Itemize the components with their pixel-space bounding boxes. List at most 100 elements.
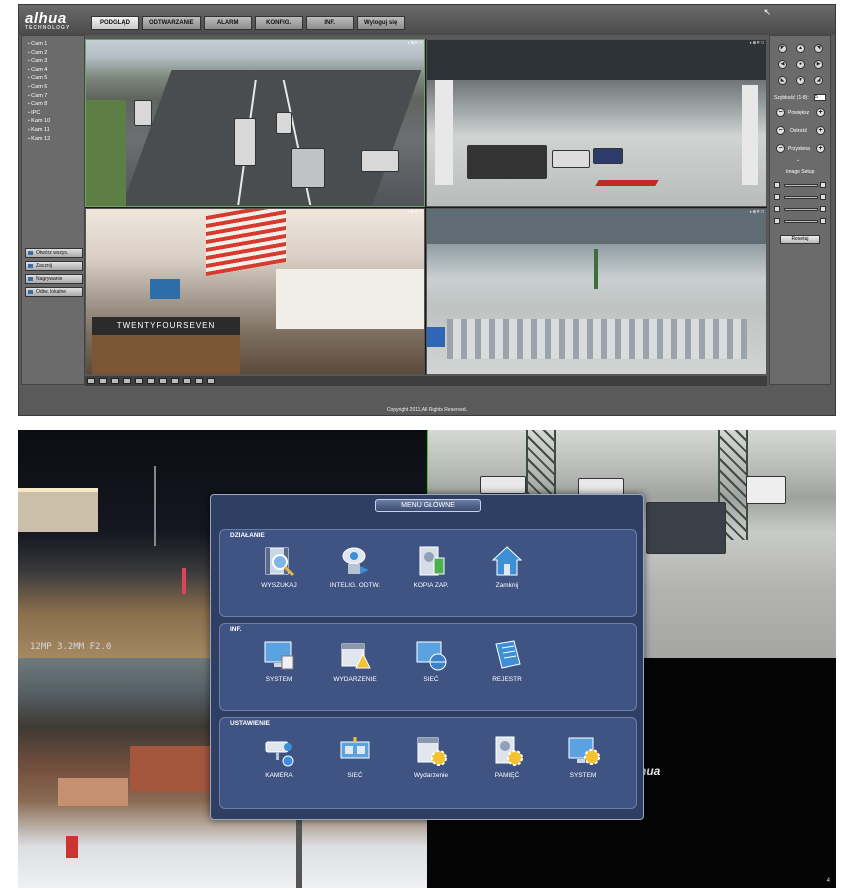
menu-item-system-settings[interactable]: SYSTEM [548,734,618,779]
next-page-button[interactable] [207,378,215,384]
menu-item-event-settings[interactable]: Wydarzenie [396,734,466,779]
menu-item-storage-settings[interactable]: PAMIĘĆ [472,734,542,779]
tab-inf[interactable]: INF. [305,16,354,30]
ptz-left-button[interactable]: ◀ [778,60,787,69]
channel-item[interactable]: Cam 2 [24,49,84,58]
menu-item-log[interactable]: REJESTR [472,638,542,683]
iris-minus-button[interactable]: − [776,144,785,153]
logout-button[interactable]: Wyloguj się [356,16,405,30]
bus-shape [134,100,152,126]
camera-view-parking[interactable]: ◐⊕✕ □ [426,39,767,207]
menu-item-event-info[interactable]: WYDARZENIE [320,638,390,683]
channel-item[interactable]: Cam 7 [24,92,84,101]
layout-9-button[interactable] [123,378,131,384]
channel-item[interactable]: Cam 6 [24,83,84,92]
ptz-center-button[interactable]: ● [796,60,805,69]
collapse-chevron-icon[interactable]: ⌄ [796,157,800,163]
menu-item-close[interactable]: Zamknij [472,544,542,589]
menu-item-label: REJESTR [492,676,522,683]
menu-item-smart-playback[interactable]: INTELIG. ODTW. [320,544,390,589]
menu-item-label: Zamknij [495,582,519,589]
menu-item-label: SIEĆ [423,676,439,683]
section-title: DZIAŁANIE [230,532,265,539]
tab-alarm[interactable]: ALARM [203,16,252,30]
channel-panel: Cam 1 Cam 2 Cam 3 Cam 4 Cam 5 Cam 6 Cam … [21,35,85,385]
person-shape [182,568,186,594]
brightness-slider[interactable] [784,184,818,187]
building-shape [58,778,128,806]
layout-4-button[interactable] [99,378,107,384]
saturation-slider[interactable] [784,208,818,211]
menu-item-label: Wydarzenie [413,772,449,779]
zoom-out-button[interactable]: − [776,108,785,117]
channel-item[interactable]: Cam 8 [24,100,84,109]
ptz-up-left-button[interactable]: ◤ [778,44,787,53]
prev-page-button[interactable] [195,378,203,384]
layout-16-button[interactable] [135,378,143,384]
ceiling-stripes [206,209,286,277]
iris-label: Przysłona [788,146,810,152]
channel-item[interactable]: Kam 10 [24,117,84,126]
menu-item-camera-settings[interactable]: KAMERA [244,734,314,779]
ptz-up-button[interactable]: ▲ [796,44,805,53]
audio-button[interactable] [171,378,179,384]
section-dzialanie: DZIAŁANIE WYSZUKAJ INTELIG. ODTW. KOPIA … [219,529,637,617]
ptz-down-right-button[interactable]: ◢ [814,76,823,85]
section-ustawienie: USTAWIENIE KAMERA SIEĆ Wydarzenie PAMIĘĆ… [219,717,637,809]
channel-item[interactable]: Cam 4 [24,66,84,75]
ptz-up-right-button[interactable]: ◥ [814,44,823,53]
tab-konfig[interactable]: KONFIG. [254,16,303,30]
menu-item-label: INTELIG. ODTW. [329,582,381,589]
layout-1-button[interactable] [87,378,95,384]
ptz-down-button[interactable]: ▼ [796,76,805,85]
talk-button[interactable] [183,378,191,384]
local-playback-button[interactable]: Odtw. lokalne [25,287,83,297]
channel-item[interactable]: Cam 1 [24,40,84,49]
snapshot-button[interactable] [159,378,167,384]
open-all-button[interactable]: Otwórz wszys. [25,248,83,258]
layout-8-button[interactable] [111,378,119,384]
tab-podglad[interactable]: PODGLĄD [91,16,139,30]
image-setup-label: Image Setup [786,169,815,175]
film-search-icon [262,544,296,578]
menu-item-label: WYDARZENIE [333,676,377,683]
floor-arrow [595,180,659,186]
focus-plus-button[interactable]: + [816,126,825,135]
menu-item-wyszukaj[interactable]: WYSZUKAJ [244,544,314,589]
ptz-down-left-button[interactable]: ◣ [778,76,787,85]
menu-item-backup[interactable]: KOPIA ZAP. [396,544,466,589]
monitor-icon [262,638,296,672]
hue-slider[interactable] [784,220,818,223]
iris-plus-button[interactable]: + [816,144,825,153]
ptz-right-button[interactable]: ▶ [814,60,823,69]
main-nav: PODGLĄD ODTWARZANIE ALARM KONFIG. INF. W… [91,16,405,30]
camera-view-highway[interactable]: ◐⊕✕ □ [85,39,425,207]
channel-item[interactable]: IPC [24,109,84,118]
menu-item-network-settings[interactable]: SIEĆ [320,734,390,779]
camera-header-icons: ◐⊕✕ □ [407,209,422,214]
menu-item-label: PAMIĘĆ [494,772,520,779]
camera-view-terminal[interactable]: ◐⊕✕ □ [426,208,767,375]
channel-item[interactable]: Kam 11 [24,126,84,135]
contrast-slider[interactable] [784,196,818,199]
home-exit-icon [490,544,524,578]
channel-item[interactable]: Kam 12 [24,135,84,144]
menu-item-system-info[interactable]: SYSTEM [244,638,314,683]
menu-item-label: SIEĆ [347,772,363,779]
storage-gear-icon [490,734,524,768]
ceiling-shape [427,209,766,244]
channel-item[interactable]: Cam 3 [24,57,84,66]
tab-odtwarzanie[interactable]: ODTWARZANIE [142,16,201,30]
menu-item-network-info[interactable]: SIEĆ [396,638,466,683]
speed-select[interactable]: 5 [814,94,826,101]
camera-view-mall[interactable]: TWENTYFOURSEVEN ◐⊕✕ □ [85,208,425,375]
shop-interior [92,335,240,374]
reset-button[interactable]: Resetuj [780,235,820,244]
channel-item[interactable]: Cam 5 [24,74,84,83]
fullscreen-button[interactable] [147,378,155,384]
start-button[interactable]: Zacznij [25,261,83,271]
cctv-camera-icon [262,734,296,768]
zoom-in-button[interactable]: + [816,108,825,117]
focus-minus-button[interactable]: − [776,126,785,135]
record-button[interactable]: Nagrywanie [25,274,83,284]
